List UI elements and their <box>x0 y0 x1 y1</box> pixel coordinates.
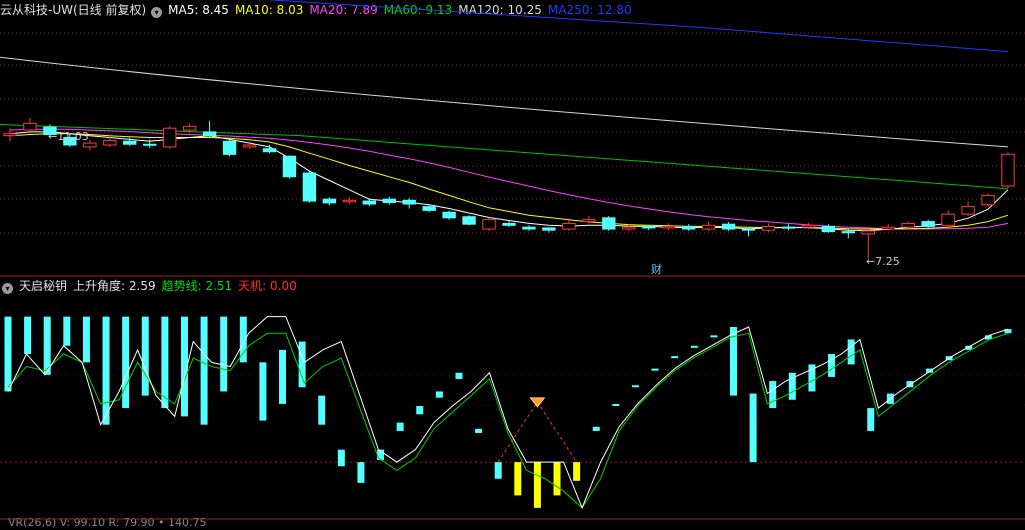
ma20-line <box>9 128 1009 230</box>
indicator-bar <box>573 462 581 481</box>
candle-body <box>382 198 396 204</box>
indicator-bar <box>200 316 208 425</box>
indicator-bar <box>357 462 365 483</box>
candle-body <box>482 219 496 230</box>
candle-body <box>23 122 37 131</box>
indicator-bar <box>553 462 561 496</box>
candle-body <box>1001 153 1015 187</box>
indicator-bar <box>651 368 659 371</box>
candle-body <box>123 140 137 145</box>
indicator-bar <box>612 403 620 406</box>
candle-body <box>362 200 376 205</box>
candle-body <box>921 221 935 227</box>
candle-body <box>661 225 676 229</box>
candle-body <box>422 206 436 211</box>
indicator-bar <box>24 316 32 355</box>
indicator-bar <box>828 354 836 377</box>
indicator-bar <box>867 408 875 431</box>
indicator-bar <box>161 316 169 409</box>
candle-body <box>202 131 217 137</box>
candle-body <box>602 217 616 230</box>
candle-body <box>442 211 456 219</box>
indicator-bar <box>749 393 757 463</box>
finance-marker[interactable]: 财 <box>651 261 662 277</box>
indicator-bar <box>318 395 326 425</box>
indicator-bar <box>631 385 639 388</box>
candle-body <box>721 223 736 230</box>
candle-body <box>642 225 656 229</box>
candle-body <box>342 199 357 203</box>
indicator-bar <box>63 316 71 346</box>
candle-body <box>542 227 556 231</box>
candle-body <box>282 155 297 178</box>
indicator-bar <box>396 422 404 431</box>
indicator-bar <box>514 462 522 496</box>
indicator-bar <box>769 381 777 409</box>
indicator-bar <box>435 391 443 398</box>
candle-body <box>981 194 995 206</box>
indicator-bar <box>494 462 502 479</box>
indicator-bar <box>455 372 463 379</box>
indicator-bar <box>220 316 228 392</box>
indicator-bar <box>533 462 541 508</box>
indicator-bar <box>4 316 12 392</box>
indicator-bar <box>710 335 718 338</box>
indicator-bar <box>102 316 110 425</box>
indicator-bar <box>592 426 600 431</box>
candle-body <box>222 140 237 155</box>
candle-body <box>701 224 716 230</box>
indicator-bar <box>82 316 90 363</box>
indicator-bar <box>337 449 345 467</box>
indicator-bar <box>122 316 130 409</box>
indicator-bar <box>671 356 679 359</box>
candle-body <box>941 213 955 226</box>
candle-body <box>562 222 576 230</box>
candle-body <box>522 226 536 230</box>
candle-body <box>322 198 337 204</box>
angle-line <box>7 316 1009 510</box>
candle-body <box>462 216 476 225</box>
candle-body <box>302 172 317 202</box>
candle-body <box>801 224 816 228</box>
indicator-bar <box>847 339 855 365</box>
candle-body <box>182 125 197 131</box>
high-annotation: ←11.03 <box>48 130 89 143</box>
indicator-bar <box>259 362 267 421</box>
indicator-bar <box>141 316 149 396</box>
ma120-line <box>0 56 1009 148</box>
candle-body <box>881 226 895 230</box>
ma250-line <box>265 0 1009 53</box>
candle-body <box>961 206 975 215</box>
trend-line <box>7 332 1009 509</box>
candle-body <box>761 225 776 231</box>
candle-body <box>143 143 157 146</box>
candle-body <box>3 133 17 137</box>
ma60-line <box>0 123 1009 190</box>
candle-body <box>162 127 177 148</box>
candle-body <box>83 142 97 148</box>
candle-body <box>901 222 915 228</box>
candle-body <box>781 226 796 229</box>
indicator-bar <box>298 341 306 388</box>
indicator-bar <box>475 428 483 434</box>
candle-body <box>821 225 836 233</box>
indicator-bar <box>690 345 698 348</box>
indicator-bar <box>279 349 287 404</box>
candle-body <box>622 226 636 230</box>
candle-body <box>262 148 277 153</box>
candle-body <box>681 225 696 230</box>
low-annotation: ←7.25 <box>866 255 900 268</box>
candle-body <box>741 228 756 231</box>
candle-body <box>582 219 596 223</box>
candle-body <box>502 222 516 226</box>
candle-body <box>103 140 117 146</box>
candle-body <box>242 144 257 148</box>
candle-body <box>841 231 856 234</box>
candle-body <box>402 199 416 205</box>
indicator-bar <box>416 406 424 415</box>
candle-body <box>861 230 875 235</box>
